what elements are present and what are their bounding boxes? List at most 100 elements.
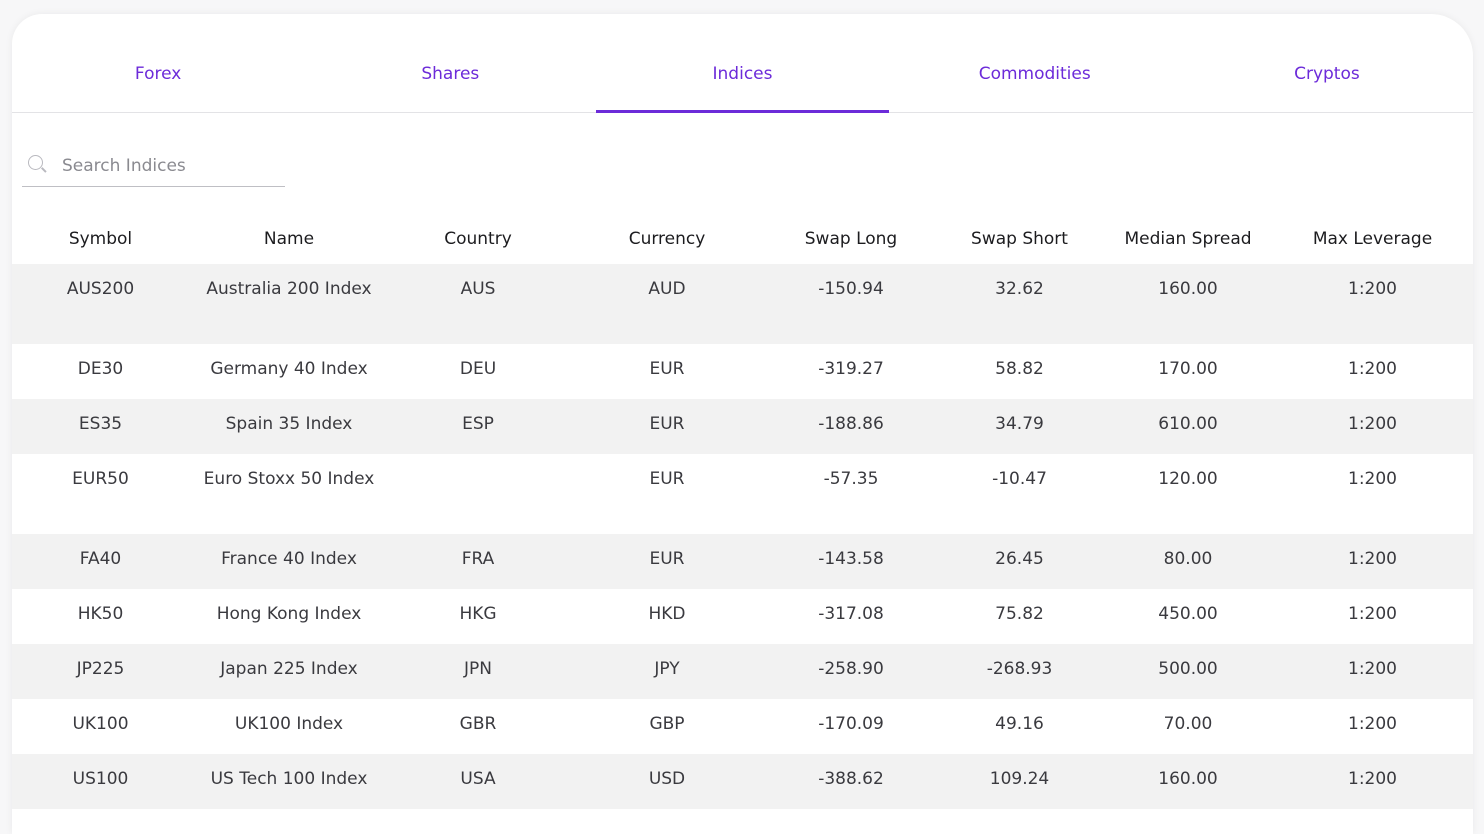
- cell-name: Germany 40 Index: [210, 359, 368, 379]
- cell-max-leverage: 1:200: [1348, 414, 1397, 434]
- cell-currency: JPY: [654, 659, 680, 679]
- column-header-max-leverage[interactable]: Max Leverage: [1272, 214, 1473, 264]
- cell-swap-short: -268.93: [986, 659, 1053, 679]
- cell-swap-long: -143.58: [818, 549, 884, 569]
- cell-max-leverage: 1:200: [1348, 659, 1397, 679]
- column-header-currency[interactable]: Currency: [567, 214, 767, 264]
- cell-symbol: US100: [72, 769, 129, 789]
- cell-currency: HKD: [648, 604, 686, 624]
- cell-symbol: FA40: [79, 549, 122, 569]
- cell-swap-long: -258.90: [818, 659, 884, 679]
- cell-name: Japan 225 Index: [220, 659, 358, 679]
- cell-symbol: EUR50: [72, 469, 129, 489]
- cell-median-spread: 170.00: [1158, 359, 1218, 379]
- cell-country: DEU: [459, 359, 497, 379]
- table-row[interactable]: ES35 Spain 35 Index ESP EUR -188.86 34.7…: [12, 399, 1473, 454]
- cell-swap-long: -388.62: [818, 769, 884, 789]
- cell-max-leverage: 1:200: [1348, 359, 1397, 379]
- cell-symbol: AUS200: [66, 279, 135, 299]
- cell-symbol: JP225: [76, 659, 125, 679]
- table-row[interactable]: EUR50 Euro Stoxx 50 Index EUR -57.35 -10…: [12, 454, 1473, 534]
- tab-label: Indices: [712, 64, 773, 84]
- tab-commodities[interactable]: Commodities: [889, 14, 1181, 112]
- cell-name: Hong Kong Index: [216, 604, 362, 624]
- cell-currency: EUR: [649, 549, 685, 569]
- cell-symbol: DE30: [77, 359, 124, 379]
- cell-country: [389, 454, 567, 534]
- column-header-median-spread[interactable]: Median Spread: [1104, 214, 1272, 264]
- table-row[interactable]: AUS200 Australia 200 Index AUS AUD -150.…: [12, 264, 1473, 344]
- cell-country: JPN: [464, 659, 492, 679]
- tab-cryptos[interactable]: Cryptos: [1181, 14, 1473, 112]
- table-row[interactable]: UK100 UK100 Index GBR GBP -170.09 49.16 …: [12, 699, 1473, 754]
- cell-max-leverage: 1:200: [1348, 549, 1397, 569]
- cell-median-spread: 160.00: [1158, 769, 1218, 789]
- tab-indices[interactable]: Indices: [596, 14, 889, 113]
- cell-max-leverage: 1:200: [1348, 769, 1397, 789]
- cell-swap-short: 75.82: [995, 604, 1044, 624]
- cell-median-spread: 500.00: [1158, 659, 1218, 679]
- cell-currency: EUR: [649, 414, 685, 434]
- tab-label: Forex: [134, 64, 182, 84]
- cell-country: FRA: [461, 549, 495, 569]
- cell-median-spread: 120.00: [1158, 469, 1218, 489]
- cell-swap-short: 34.79: [995, 414, 1044, 434]
- column-header-symbol[interactable]: Symbol: [12, 214, 189, 264]
- cell-country: USA: [460, 769, 496, 789]
- cell-median-spread: 450.00: [1158, 604, 1218, 624]
- instruments-card: Forex Shares Indices Commodities Cryptos…: [12, 14, 1473, 834]
- cell-name: US Tech 100 Index: [210, 769, 368, 789]
- cell-swap-long: -57.35: [823, 469, 879, 489]
- tab-bar: Forex Shares Indices Commodities Cryptos: [12, 14, 1473, 113]
- cell-swap-long: -317.08: [818, 604, 884, 624]
- tab-label: Commodities: [978, 64, 1091, 84]
- table-row[interactable]: HK50 Hong Kong Index HKG HKD -317.08 75.…: [12, 589, 1473, 644]
- column-header-swap-short[interactable]: Swap Short: [935, 214, 1104, 264]
- cell-median-spread: 160.00: [1158, 279, 1218, 299]
- table-row[interactable]: US100 US Tech 100 Index USA USD -388.62 …: [12, 754, 1473, 809]
- cell-country: HKG: [459, 604, 497, 624]
- cell-median-spread: 610.00: [1158, 414, 1218, 434]
- tab-shares[interactable]: Shares: [304, 14, 596, 112]
- cell-symbol: ES35: [78, 414, 123, 434]
- cell-swap-long: -319.27: [818, 359, 884, 379]
- table-header-row: Symbol Name Country Currency Swap Long S…: [12, 214, 1473, 264]
- column-header-name[interactable]: Name: [189, 214, 389, 264]
- table-row[interactable]: FA40 France 40 Index FRA EUR -143.58 26.…: [12, 534, 1473, 589]
- search-icon: [26, 153, 52, 179]
- cell-max-leverage: 1:200: [1348, 714, 1397, 734]
- cell-name: Spain 35 Index: [225, 414, 353, 434]
- cell-symbol: UK100: [72, 714, 129, 734]
- cell-median-spread: 70.00: [1163, 714, 1213, 734]
- instruments-table: Symbol Name Country Currency Swap Long S…: [12, 214, 1473, 809]
- cell-currency: EUR: [649, 469, 685, 489]
- cell-name: Euro Stoxx 50 Index: [203, 469, 375, 489]
- cell-swap-short: 49.16: [995, 714, 1044, 734]
- table-row[interactable]: JP225 Japan 225 Index JPN JPY -258.90 -2…: [12, 644, 1473, 699]
- cell-name: UK100 Index: [234, 714, 344, 734]
- tab-forex[interactable]: Forex: [12, 14, 304, 112]
- cell-currency: EUR: [649, 359, 685, 379]
- cell-country: GBR: [459, 714, 497, 734]
- cell-swap-short: -10.47: [992, 469, 1047, 489]
- cell-country: AUS: [460, 279, 496, 299]
- cell-max-leverage: 1:200: [1348, 469, 1397, 489]
- column-header-swap-long[interactable]: Swap Long: [767, 214, 935, 264]
- cell-swap-short: 109.24: [989, 769, 1050, 789]
- cell-max-leverage: 1:200: [1348, 604, 1397, 624]
- tab-label: Cryptos: [1294, 64, 1360, 84]
- table-row[interactable]: DE30 Germany 40 Index DEU EUR -319.27 58…: [12, 344, 1473, 399]
- search-box: [22, 146, 285, 187]
- cell-country: ESP: [462, 414, 494, 434]
- column-header-country[interactable]: Country: [389, 214, 567, 264]
- cell-swap-long: -188.86: [818, 414, 884, 434]
- cell-max-leverage: 1:200: [1348, 279, 1397, 299]
- search-input[interactable]: [60, 155, 274, 177]
- cell-swap-short: 26.45: [995, 549, 1044, 569]
- cell-name: France 40 Index: [221, 549, 357, 569]
- cell-median-spread: 80.00: [1163, 549, 1213, 569]
- cell-currency: USD: [648, 769, 686, 789]
- cell-symbol: HK50: [77, 604, 124, 624]
- cell-swap-long: -170.09: [818, 714, 884, 734]
- cell-swap-short: 32.62: [995, 279, 1044, 299]
